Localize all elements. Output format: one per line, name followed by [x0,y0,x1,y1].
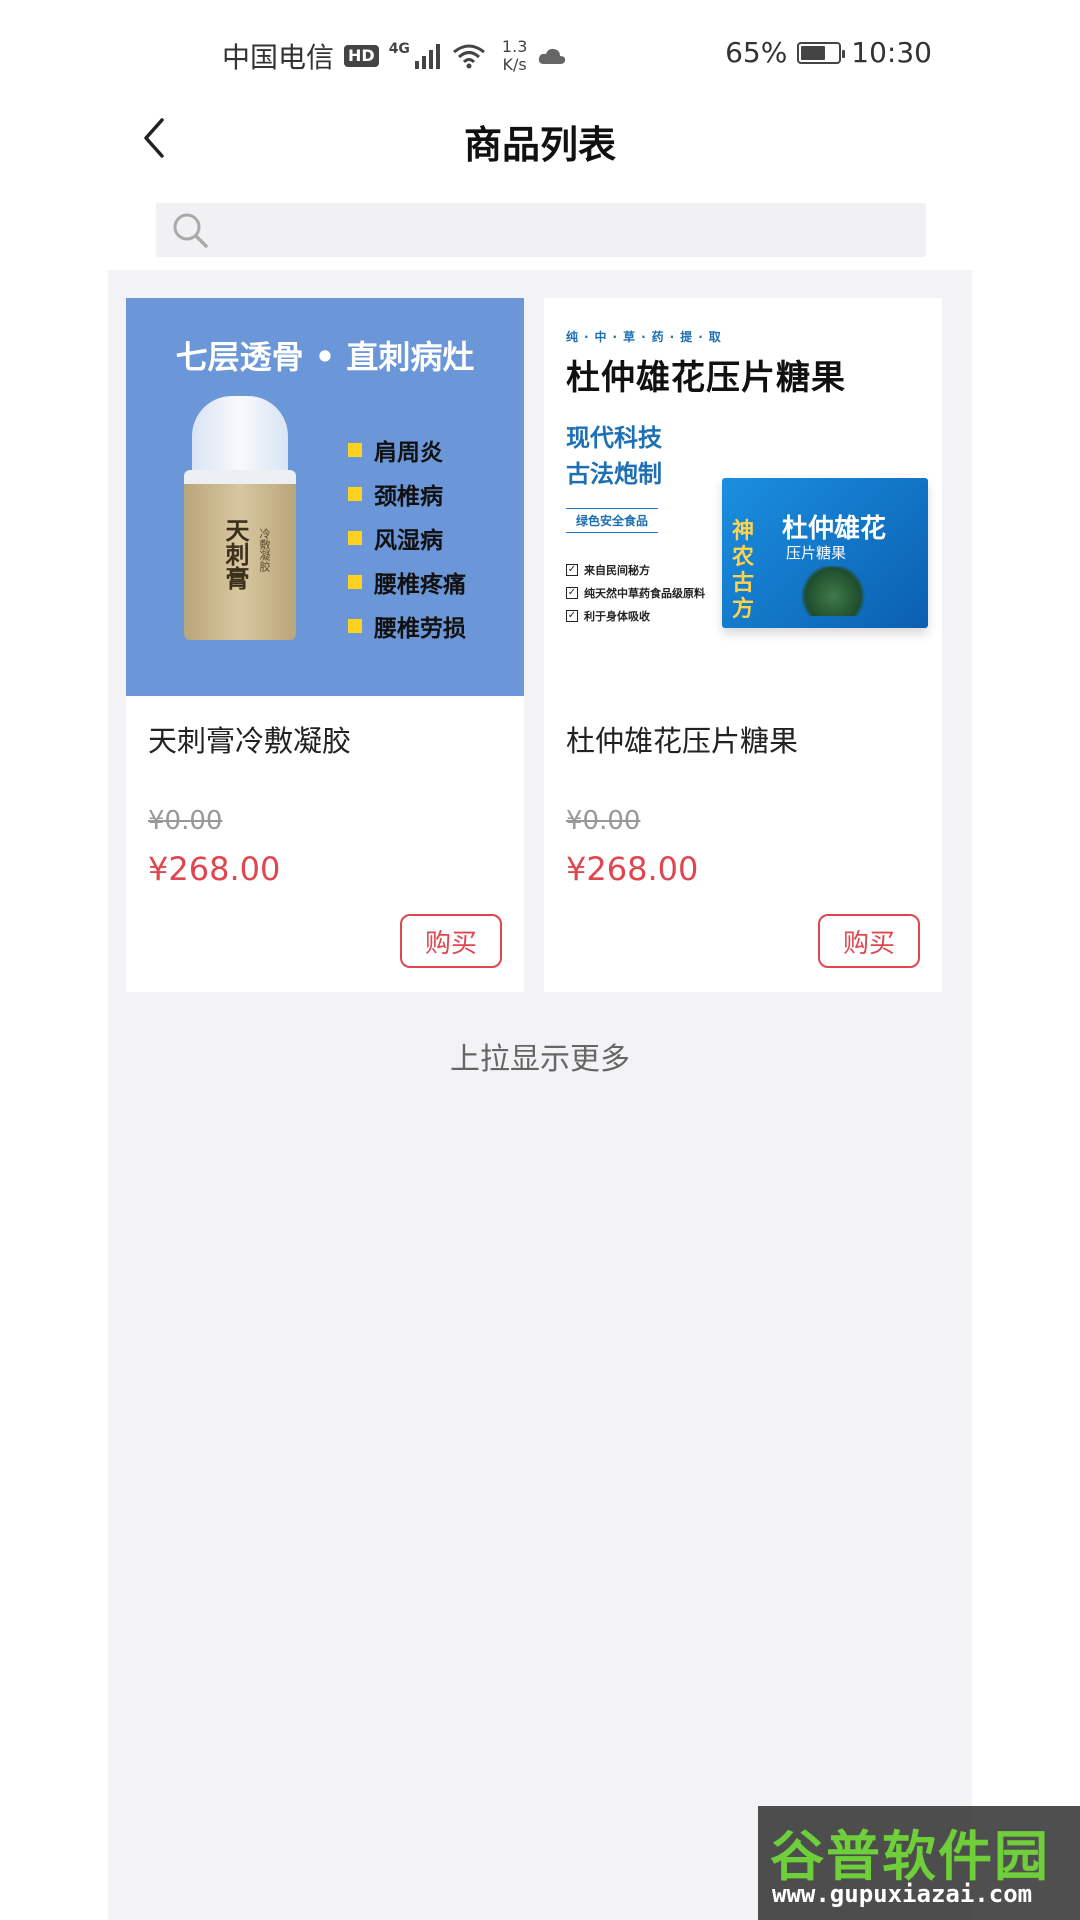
check-item: ✓ 纯天然中草药食品级原料 [566,581,705,604]
watermark: 谷普软件园 www.gupuxiazai.com [758,1806,1080,1920]
feature-item: 风湿病 [348,516,466,560]
feature-label: 腰椎劳损 [374,616,466,642]
image-tagline: 纯·中·草·药·提·取 [566,330,727,344]
cloud-icon [539,48,566,64]
check-label: 纯天然中草药食品级原料 [584,586,705,600]
sale-price: ¥268.00 [566,850,699,888]
square-bullet-icon [348,531,362,545]
check-list: ✓ 来自民间秘方 ✓ 纯天然中草药食品级原料 ✓ 利于身体吸收 [566,558,705,627]
product-image[interactable]: 七层透骨 • 直刺病灶 天刺膏 冷敷凝胶 肩周炎 颈椎病 风湿病 腰椎疼痛 腰椎… [126,298,524,696]
network-speed: 1.3 K/s [502,38,527,74]
safety-badge: 绿色安全食品 [566,508,659,533]
checkbox-icon: ✓ [566,563,578,576]
product-box-illustration: 神农古方 杜仲雄花 压片糖果 [722,478,928,628]
wifi-icon [452,44,485,69]
square-bullet-icon [348,575,362,589]
product-grid: 七层透骨 • 直刺病灶 天刺膏 冷敷凝胶 肩周炎 颈椎病 风湿病 腰椎疼痛 腰椎… [126,298,942,992]
square-bullet-icon [348,619,362,633]
carrier-name: 中国电信 [222,41,335,74]
check-item: ✓ 利于身体吸收 [566,604,705,627]
check-label: 来自民间秘方 [584,563,650,577]
feature-label: 颈椎病 [374,484,443,510]
buy-button[interactable]: 购买 [818,914,920,968]
bottle-illustration: 天刺膏 冷敷凝胶 [184,396,296,640]
feature-label: 风湿病 [374,528,443,554]
load-more-hint: 上拉显示更多 [450,1042,630,1077]
square-bullet-icon [348,487,362,501]
status-left: 中国电信 HD 4G 1.3 K/s [222,36,567,76]
header: 商品列表 [0,100,1080,182]
bottle-cap [192,396,288,476]
product-list: 七层透骨 • 直刺病灶 天刺膏 冷敷凝胶 肩周炎 颈椎病 风湿病 腰椎疼痛 腰椎… [108,270,972,1920]
bottle-sublabel: 冷敷凝胶 [258,528,271,572]
box-name: 杜仲雄花 [782,514,887,544]
product-name[interactable]: 杜仲雄花压片糖果 [566,718,798,760]
box-brand: 神农古方 [732,518,755,622]
image-headline: 七层透骨 • 直刺病灶 [175,338,475,376]
original-price: ¥0.00 [566,806,641,836]
search-bar[interactable] [156,203,926,257]
original-price: ¥0.00 [148,806,223,836]
feature-item: 颈椎病 [348,472,466,516]
feature-label: 肩周炎 [374,440,443,466]
feature-label: 腰椎疼痛 [374,572,466,598]
status-bar: 中国电信 HD 4G 1.3 K/s 65% 10:30 [0,0,1080,100]
checkbox-icon: ✓ [566,586,578,599]
speed-value: 1.3 [501,37,528,56]
product-card[interactable]: 七层透骨 • 直刺病灶 天刺膏 冷敷凝胶 肩周炎 颈椎病 风湿病 腰椎疼痛 腰椎… [126,298,524,992]
hd-badge: HD [344,45,379,67]
feature-item: 肩周炎 [348,428,466,472]
clock: 10:30 [851,36,932,69]
slogan-line: 古法炮制 [566,460,662,488]
buy-button[interactable]: 购买 [400,914,502,968]
product-card[interactable]: 纯·中·草·药·提·取 杜仲雄花压片糖果 现代科技 古法炮制 绿色安全食品 ✓ 来… [544,298,942,992]
checkbox-icon: ✓ [566,609,578,622]
bottle-body: 天刺膏 冷敷凝胶 [184,470,296,640]
slogan-line: 现代科技 [566,424,662,452]
feature-list: 肩周炎 颈椎病 风湿病 腰椎疼痛 腰椎劳损 [348,428,466,648]
plant-graphic [798,566,868,616]
feature-item: 腰椎劳损 [348,604,466,648]
feature-item: 腰椎疼痛 [348,560,466,604]
bottle-label: 天刺膏 [221,518,250,590]
speed-unit: K/s [502,55,527,74]
product-image[interactable]: 纯·中·草·药·提·取 杜仲雄花压片糖果 现代科技 古法炮制 绿色安全食品 ✓ 来… [544,298,942,696]
watermark-url: www.gupuxiazai.com [772,1880,1033,1908]
battery-level [801,45,825,60]
search-input[interactable] [220,203,926,257]
status-right: 65% 10:30 [725,36,932,69]
box-subtitle: 压片糖果 [786,544,847,562]
image-title: 杜仲雄花压片糖果 [566,358,846,398]
search-icon [173,213,208,248]
image-slogan: 现代科技 古法炮制 [566,420,662,492]
signal-icon [414,44,440,69]
square-bullet-icon [348,443,362,457]
page-title: 商品列表 [463,123,616,167]
battery-percent: 65% [725,36,788,69]
sale-price: ¥268.00 [148,850,281,888]
product-name[interactable]: 天刺膏冷敷凝胶 [148,718,351,760]
check-label: 利于身体吸收 [584,609,650,623]
battery-icon [797,41,846,64]
network-type: 4G [388,41,410,57]
check-item: ✓ 来自民间秘方 [566,558,705,581]
